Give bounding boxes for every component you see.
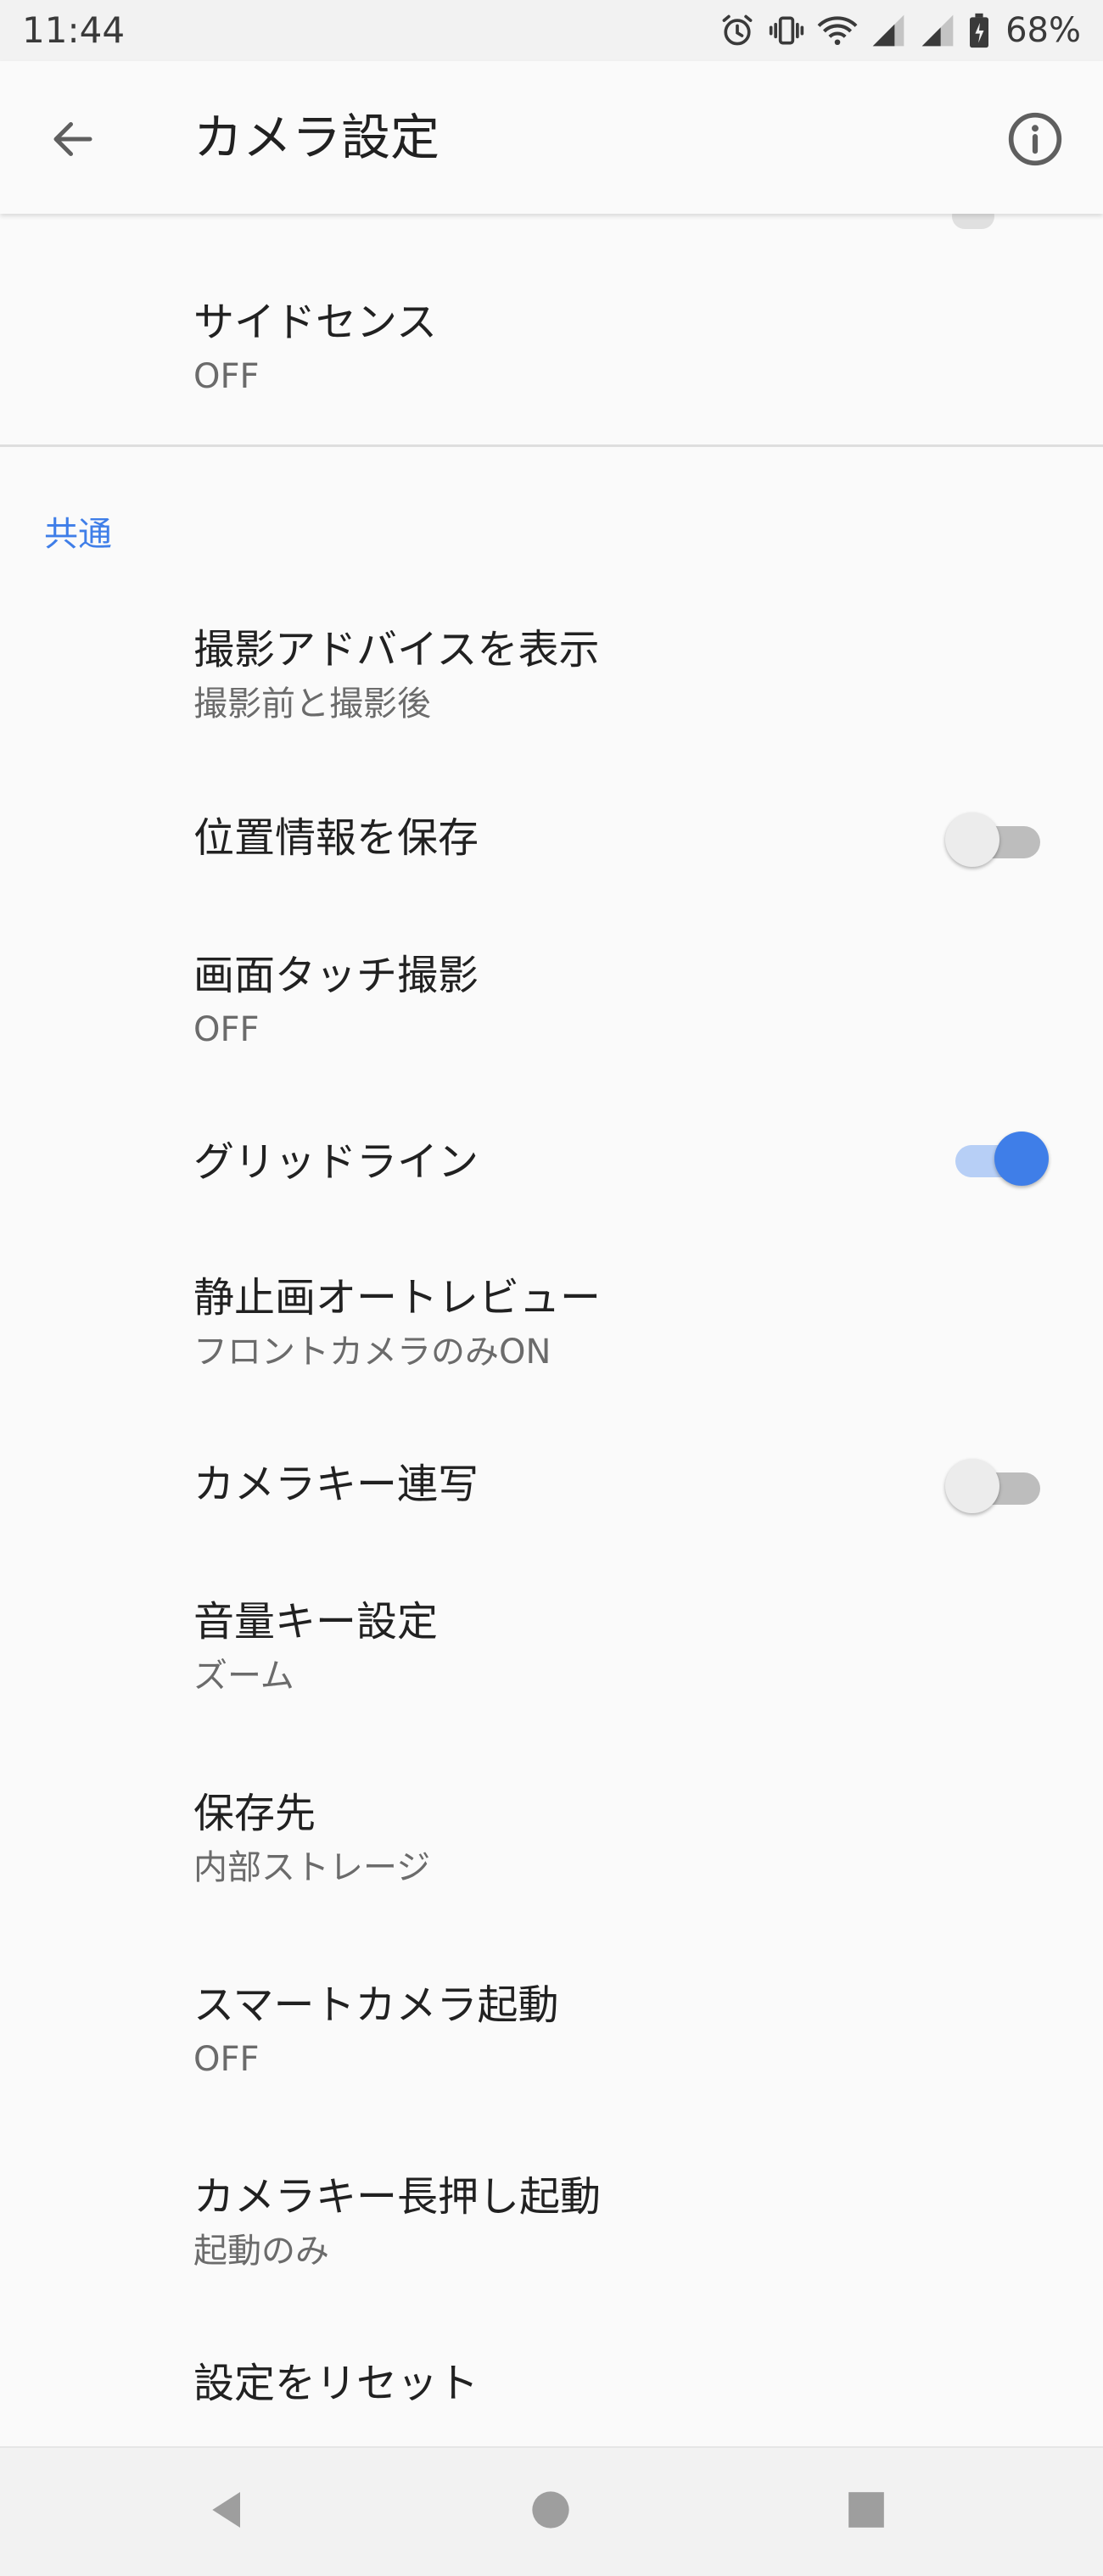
setting-title: サイドセンス — [193, 299, 438, 346]
setting-item-touch-capture[interactable]: 画面タッチ撮影 OFF — [0, 933, 1103, 1069]
setting-summary: OFF — [193, 1010, 260, 1049]
setting-title: グリッドライン — [193, 1138, 479, 1186]
setting-summary: 撮影前と撮影後 — [193, 685, 431, 724]
app-bar: カメラ設定 — [0, 61, 1103, 214]
setting-item-save-location-info[interactable]: 位置情報を保存 — [0, 796, 1103, 880]
section-header: 共通 — [44, 515, 112, 554]
setting-summary: OFF — [193, 357, 260, 396]
vibrate-icon — [768, 12, 805, 49]
signal-icon — [870, 12, 907, 49]
setting-summary: 起動のみ — [193, 2232, 329, 2271]
nav-back-icon — [204, 2486, 252, 2537]
setting-item-volume-key[interactable]: 音量キー設定 ズーム — [0, 1579, 1103, 1715]
battery-icon — [968, 12, 990, 49]
setting-title: 画面タッチ撮影 — [193, 952, 479, 999]
status-bar: 11:44 68% — [0, 0, 1103, 61]
back-button[interactable] — [42, 110, 104, 171]
setting-summary: 内部ストレージ — [193, 1848, 431, 1887]
setting-item-side-sense[interactable]: サイドセンス OFF — [0, 280, 1103, 416]
toggle-thumb — [945, 813, 999, 867]
toggle-thumb — [945, 1459, 999, 1513]
setting-item-long-press-launch[interactable]: カメラキー長押し起動 起動のみ — [0, 2154, 1103, 2290]
wifi-icon — [817, 12, 858, 49]
setting-item-shooting-advice[interactable]: 撮影アドバイスを表示 撮影前と撮影後 — [0, 607, 1103, 743]
section-divider — [0, 444, 1103, 447]
battery-percentage: 68% — [1005, 11, 1081, 50]
info-button[interactable] — [1001, 107, 1069, 175]
setting-summary: OFF — [193, 2040, 260, 2079]
info-icon — [1006, 110, 1064, 171]
page-title: カメラ設定 — [193, 109, 440, 166]
setting-item-storage[interactable]: 保存先 内部ストレージ — [0, 1771, 1103, 1907]
burst-toggle[interactable] — [945, 1459, 1040, 1513]
setting-item-burst-shooting[interactable]: カメラキー連写 — [0, 1442, 1103, 1527]
setting-title: 音量キー設定 — [193, 1598, 439, 1646]
navigation-bar — [0, 2446, 1103, 2576]
nav-home-button[interactable] — [521, 2482, 580, 2541]
setting-title: 静止画オートレビュー — [193, 1274, 602, 1322]
setting-title: 位置情報を保存 — [193, 814, 479, 862]
setting-summary: ズーム — [193, 1657, 294, 1696]
setting-title: 保存先 — [193, 1790, 316, 1837]
status-time: 11:44 — [22, 9, 126, 51]
setting-item-grid-line[interactable]: グリッドライン — [0, 1120, 1103, 1204]
setting-title: スマートカメラ起動 — [193, 1981, 559, 2029]
setting-item-auto-review[interactable]: 静止画オートレビュー フロントカメラのみON — [0, 1255, 1103, 1391]
setting-title: カメラキー長押し起動 — [193, 2173, 602, 2221]
setting-summary: フロントカメラのみON — [193, 1333, 552, 1372]
grid-line-toggle[interactable] — [945, 1132, 1049, 1186]
toggle-thumb — [994, 1132, 1049, 1186]
status-icons: 68% — [719, 8, 1081, 53]
location-toggle[interactable] — [945, 813, 1040, 867]
nav-recents-icon — [845, 2489, 887, 2534]
nav-back-button[interactable] — [199, 2482, 258, 2541]
setting-title: カメラキー連写 — [193, 1461, 479, 1508]
nav-recents-button[interactable] — [837, 2482, 896, 2541]
alarm-icon — [719, 12, 756, 49]
nav-home-icon — [529, 2488, 573, 2535]
setting-title: 設定をリセット — [193, 2360, 479, 2407]
setting-title: 撮影アドバイスを表示 — [193, 626, 600, 673]
setting-item-smart-camera[interactable]: スマートカメラ起動 OFF — [0, 1963, 1103, 2098]
setting-item-reset[interactable]: 設定をリセット — [0, 2341, 1103, 2426]
arrow-left-icon — [48, 114, 98, 168]
signal-icon — [919, 12, 956, 49]
